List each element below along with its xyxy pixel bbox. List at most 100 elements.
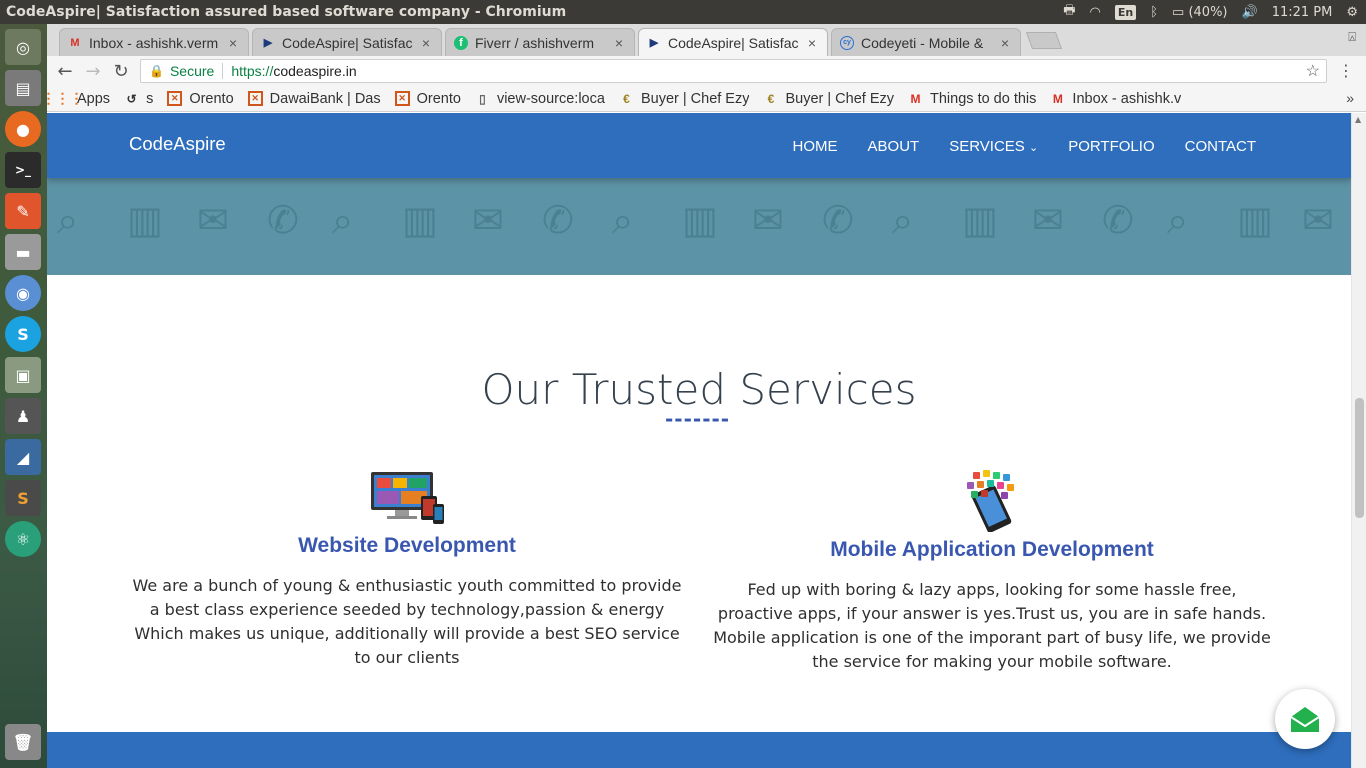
nav-contact[interactable]: CONTACT bbox=[1185, 138, 1256, 155]
scroll-up-arrow-icon[interactable]: ▲ bbox=[1355, 115, 1361, 124]
site-nav: HOME ABOUT SERVICES ⌄ PORTFOLIO CONTACT bbox=[793, 138, 1256, 155]
close-icon[interactable]: × bbox=[998, 35, 1012, 51]
postman-icon[interactable]: ✎ bbox=[5, 193, 41, 229]
bookmark-label: Buyer | Chef Ezy bbox=[785, 90, 895, 107]
chromium-icon[interactable]: ◉ bbox=[5, 275, 41, 311]
bookmark-item[interactable]: ✕ Orento bbox=[394, 91, 461, 107]
chefezy-icon: € bbox=[767, 91, 775, 106]
skype-icon[interactable]: S bbox=[5, 316, 41, 352]
magnifier-icon: ⌕ bbox=[1167, 198, 1189, 242]
orento-icon: ✕ bbox=[394, 91, 410, 106]
mysql-workbench-icon[interactable]: ◢ bbox=[5, 439, 41, 475]
address-bar[interactable]: 🔒 Secure https://codeaspire.in ☆ bbox=[140, 59, 1327, 83]
sublime-text-icon[interactable]: S bbox=[5, 480, 41, 516]
tab-codeaspire-active[interactable]: ▶ CodeAspire| Satisfac × bbox=[638, 28, 828, 56]
back-arrow-icon[interactable]: ← bbox=[51, 61, 79, 82]
phone-icon: ✆ bbox=[1102, 198, 1134, 242]
tab-title: CodeAspire| Satisfac bbox=[668, 34, 799, 51]
tab-strip: M Inbox - ashishk.verm × ▶ CodeAspire| S… bbox=[47, 24, 1366, 56]
close-icon[interactable]: × bbox=[805, 35, 819, 51]
close-icon[interactable]: × bbox=[419, 35, 433, 51]
magnifier-icon: ⌕ bbox=[892, 198, 914, 242]
bookmark-label: Things to do this bbox=[930, 90, 1037, 107]
volume-icon[interactable]: 🔊 bbox=[1242, 5, 1258, 20]
bookmark-item[interactable]: ▯ view-source:loca bbox=[475, 91, 605, 107]
page-scrollbar[interactable]: ▲ bbox=[1351, 113, 1366, 768]
contact-mail-button[interactable] bbox=[1275, 689, 1335, 749]
atom-icon[interactable]: ⚛ bbox=[5, 521, 41, 557]
chart-icon: ▥ bbox=[127, 198, 163, 242]
close-icon[interactable]: × bbox=[226, 35, 240, 51]
mobile-apps-icon bbox=[712, 470, 1272, 532]
url-text[interactable]: https://codeaspire.in bbox=[231, 63, 356, 79]
tab-fiverr[interactable]: f Fiverr / ashishverm × bbox=[445, 28, 635, 56]
new-tab-button[interactable] bbox=[1025, 32, 1063, 49]
bookmark-item[interactable]: € Buyer | Chef Ezy bbox=[619, 91, 749, 107]
chevron-more-icon[interactable]: » bbox=[1346, 90, 1354, 106]
chefezy-icon: € bbox=[623, 91, 630, 106]
tab-inbox[interactable]: M Inbox - ashishk.verm × bbox=[59, 28, 249, 56]
tab-codeyeti[interactable]: cy Codeyeti - Mobile & × bbox=[831, 28, 1021, 56]
unity-launcher: ◎ ▤ ● >_ ✎ ▬ ◉ S ▣ ♟ ◢ S ⚛ 🗑 bbox=[0, 24, 47, 768]
orento-icon: ✕ bbox=[167, 91, 183, 106]
disk-icon[interactable]: ▬ bbox=[5, 234, 41, 270]
bookmark-item[interactable]: M Inbox - ashishk.v bbox=[1050, 91, 1181, 107]
firefox-icon[interactable]: ● bbox=[5, 111, 41, 147]
dash-home-icon[interactable]: ◎ bbox=[5, 29, 41, 65]
bluetooth-icon[interactable]: ᛒ bbox=[1150, 5, 1158, 20]
terminal-icon[interactable]: >_ bbox=[5, 152, 41, 188]
app-icon[interactable]: ♟ bbox=[5, 398, 41, 434]
battery-percent: (40%) bbox=[1188, 4, 1228, 20]
url-host: codeaspire.in bbox=[273, 63, 357, 79]
lock-icon: 🔒 bbox=[149, 64, 164, 78]
page-viewport: ⌕ ▥ ✉ ✆ ⌕ ▥ ✉ ✆ ⌕ ▥ ✉ ✆ ⌕ ▥ ✉ ✆ ⌕ ▥ ✉ Co… bbox=[47, 113, 1366, 768]
mail-icon: ✉ bbox=[1032, 198, 1064, 242]
tab-title: CodeAspire| Satisfac bbox=[282, 34, 413, 51]
tab-codeaspire-1[interactable]: ▶ CodeAspire| Satisfac × bbox=[252, 28, 442, 56]
bookmark-star-icon[interactable]: ☆ bbox=[1306, 61, 1320, 81]
nav-services-label: SERVICES bbox=[949, 138, 1025, 155]
chart-icon: ▥ bbox=[402, 198, 438, 242]
bookmark-item[interactable]: ✕ DawaiBank | Das bbox=[247, 91, 381, 107]
site-brand[interactable]: CodeAspire bbox=[129, 133, 226, 155]
trash-icon[interactable]: 🗑 bbox=[5, 724, 41, 760]
bookmarks-bar: ⋮⋮⋮ Apps ↺ s ✕ Orento ✕ DawaiBank | Das … bbox=[47, 86, 1366, 112]
chart-icon: ▥ bbox=[1237, 198, 1273, 242]
bookmark-label: Apps bbox=[77, 90, 111, 107]
close-icon[interactable]: × bbox=[612, 35, 626, 51]
browser-menu-icon[interactable]: ⋮ bbox=[1338, 61, 1354, 80]
bookmark-item[interactable]: ↺ s bbox=[124, 91, 154, 107]
bookmark-item[interactable]: ✕ Orento bbox=[167, 91, 234, 107]
nav-portfolio[interactable]: PORTFOLIO bbox=[1068, 138, 1154, 155]
settings-gear-icon[interactable]: ⚙ bbox=[1346, 5, 1358, 20]
printer-icon[interactable]: 🖶 bbox=[1063, 1, 1075, 23]
image-viewer-icon[interactable]: ▣ bbox=[5, 357, 41, 393]
bookmark-apps[interactable]: ⋮⋮⋮ Apps bbox=[47, 90, 111, 107]
forward-arrow-icon[interactable]: → bbox=[79, 61, 107, 82]
secure-label: Secure bbox=[170, 63, 224, 79]
battery-indicator[interactable]: ▭ (40%) bbox=[1172, 5, 1227, 20]
bookmark-item[interactable]: M Things to do this bbox=[908, 90, 1037, 107]
nav-home[interactable]: HOME bbox=[793, 138, 838, 155]
bookmark-item[interactable]: € Buyer | Chef Ezy bbox=[763, 91, 894, 107]
clock[interactable]: 11:21 PM bbox=[1272, 5, 1333, 20]
next-section-band bbox=[47, 732, 1351, 768]
os-top-panel: CodeAspire| Satisfaction assured based s… bbox=[0, 0, 1366, 24]
page-icon: ▯ bbox=[479, 91, 486, 106]
browser-toolbar: ← → ↻ 🔒 Secure https://codeaspire.in ☆ ⋮ bbox=[47, 56, 1366, 86]
scrollbar-thumb[interactable] bbox=[1355, 398, 1364, 518]
wifi-icon[interactable]: ◠ bbox=[1090, 5, 1101, 20]
web-devices-icon bbox=[127, 470, 687, 526]
reload-icon[interactable]: ↻ bbox=[107, 61, 135, 82]
files-icon[interactable]: ▤ bbox=[5, 70, 41, 106]
nav-about[interactable]: ABOUT bbox=[868, 138, 920, 155]
nav-services[interactable]: SERVICES ⌄ bbox=[949, 138, 1038, 155]
tab-title: Inbox - ashishk.verm bbox=[89, 34, 219, 51]
keyboard-language[interactable]: En bbox=[1114, 4, 1137, 20]
profile-icon[interactable]: ⍓ bbox=[1348, 30, 1356, 45]
magnifier-icon: ⌕ bbox=[57, 198, 79, 242]
service-description: We are a bunch of young & enthusiastic y… bbox=[132, 576, 682, 667]
history-icon: ↺ bbox=[126, 91, 137, 106]
magnifier-icon: ⌕ bbox=[612, 198, 634, 242]
phone-icon: ✆ bbox=[267, 198, 299, 242]
